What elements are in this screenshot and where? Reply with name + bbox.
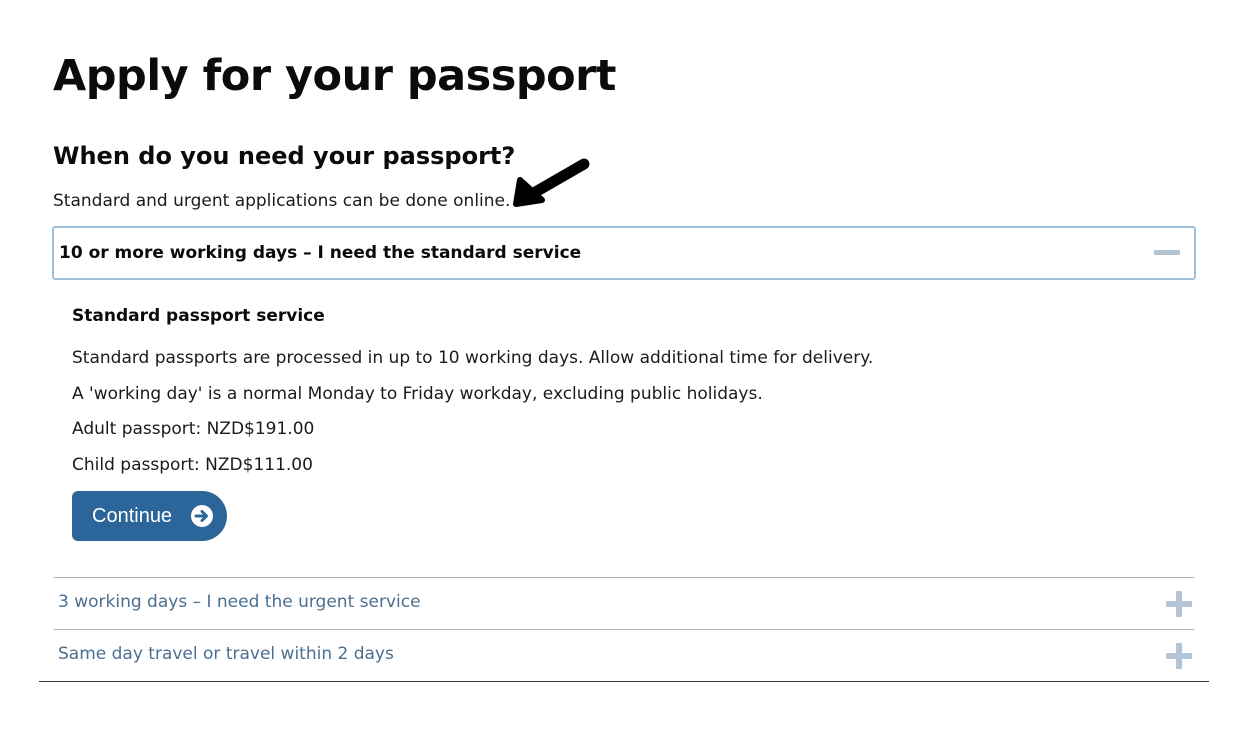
continue-button-label: Continue (92, 505, 173, 527)
section-heading: When do you need your passport? (53, 142, 516, 170)
bottom-divider (39, 681, 1209, 682)
adult-passport-price: Adult passport: NZD$191.00 (72, 419, 315, 439)
processing-time-text: Standard passports are processed in up t… (72, 348, 874, 368)
accordion-item-same-day[interactable]: Same day travel or travel within 2 days (54, 630, 1194, 680)
accordion-item-urgent[interactable]: 3 working days – I need the urgent servi… (54, 578, 1194, 628)
working-day-definition: A 'working day' is a normal Monday to Fr… (72, 384, 763, 404)
pointer-arrow-icon (513, 158, 590, 207)
plus-icon[interactable] (1166, 643, 1192, 669)
intro-text: Standard and urgent applications can be … (53, 191, 511, 211)
accordion-title-standard: 10 or more working days – I need the sta… (59, 243, 582, 263)
child-passport-price: Child passport: NZD$111.00 (72, 455, 313, 475)
accordion-title-urgent: 3 working days – I need the urgent servi… (58, 592, 421, 612)
accordion-title-same-day: Same day travel or travel within 2 days (58, 644, 394, 664)
page-title: Apply for your passport (53, 51, 616, 101)
minus-icon[interactable] (1154, 250, 1180, 255)
continue-button[interactable]: Continue (72, 491, 227, 541)
plus-icon[interactable] (1166, 591, 1192, 617)
panel-heading: Standard passport service (72, 306, 325, 326)
accordion-item-standard[interactable]: 10 or more working days – I need the sta… (52, 226, 1196, 280)
arrow-circle-right-icon (191, 505, 213, 527)
